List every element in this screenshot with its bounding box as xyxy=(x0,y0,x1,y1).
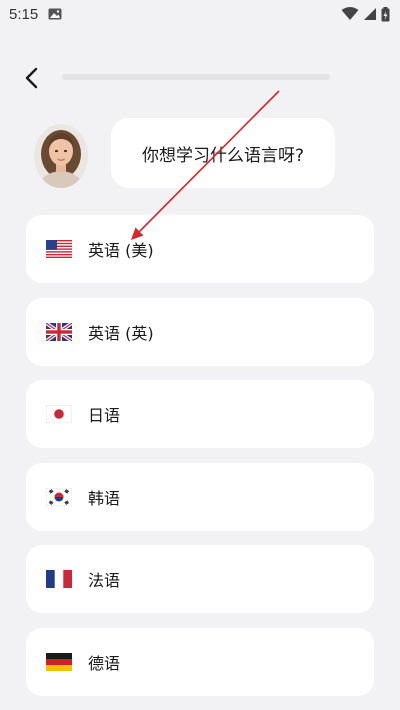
option-english-us[interactable]: 英语 (美) xyxy=(26,215,374,283)
japan-flag-icon xyxy=(46,405,72,423)
status-icons xyxy=(341,6,390,22)
question-bubble: 你想学习什么语言呀? xyxy=(111,118,335,188)
status-time: 5:15 xyxy=(9,5,39,23)
us-flag-icon xyxy=(46,240,72,258)
france-flag-icon xyxy=(46,570,72,588)
option-label: 英语 (英) xyxy=(88,323,154,343)
option-japanese[interactable]: 日语 xyxy=(26,380,374,448)
option-label: 韩语 xyxy=(88,488,121,508)
question-text: 你想学习什么语言呀? xyxy=(141,145,305,166)
language-options: 英语 (美) 英语 (英) 日语 韩语 法语 德语 xyxy=(26,215,374,710)
option-label: 德语 xyxy=(88,653,121,673)
battery-icon xyxy=(381,6,390,21)
option-label: 英语 (美) xyxy=(88,241,154,260)
screen: 5:15 你想学习什么语言呀? 英语 (美) 英语 (英) 日语 韩语 法语 德… xyxy=(0,0,400,710)
progress-bar xyxy=(62,74,330,80)
uk-flag-icon xyxy=(46,322,72,341)
back-button[interactable] xyxy=(18,64,46,92)
status-bar: 5:15 xyxy=(0,0,400,28)
image-notification-icon xyxy=(48,8,62,20)
signal-icon xyxy=(364,8,376,20)
tutor-avatar-image xyxy=(34,124,88,188)
korea-flag-icon xyxy=(46,487,72,506)
avatar xyxy=(34,124,88,188)
chevron-left-icon xyxy=(25,67,38,89)
option-label: 日语 xyxy=(88,406,121,425)
option-german[interactable]: 德语 xyxy=(26,627,374,696)
option-french[interactable]: 法语 xyxy=(26,545,374,613)
germany-flag-icon xyxy=(46,652,72,671)
wifi-icon xyxy=(341,7,359,20)
option-korean[interactable]: 韩语 xyxy=(26,462,374,531)
option-label: 法语 xyxy=(88,571,121,590)
option-english-uk[interactable]: 英语 (英) xyxy=(26,297,374,366)
